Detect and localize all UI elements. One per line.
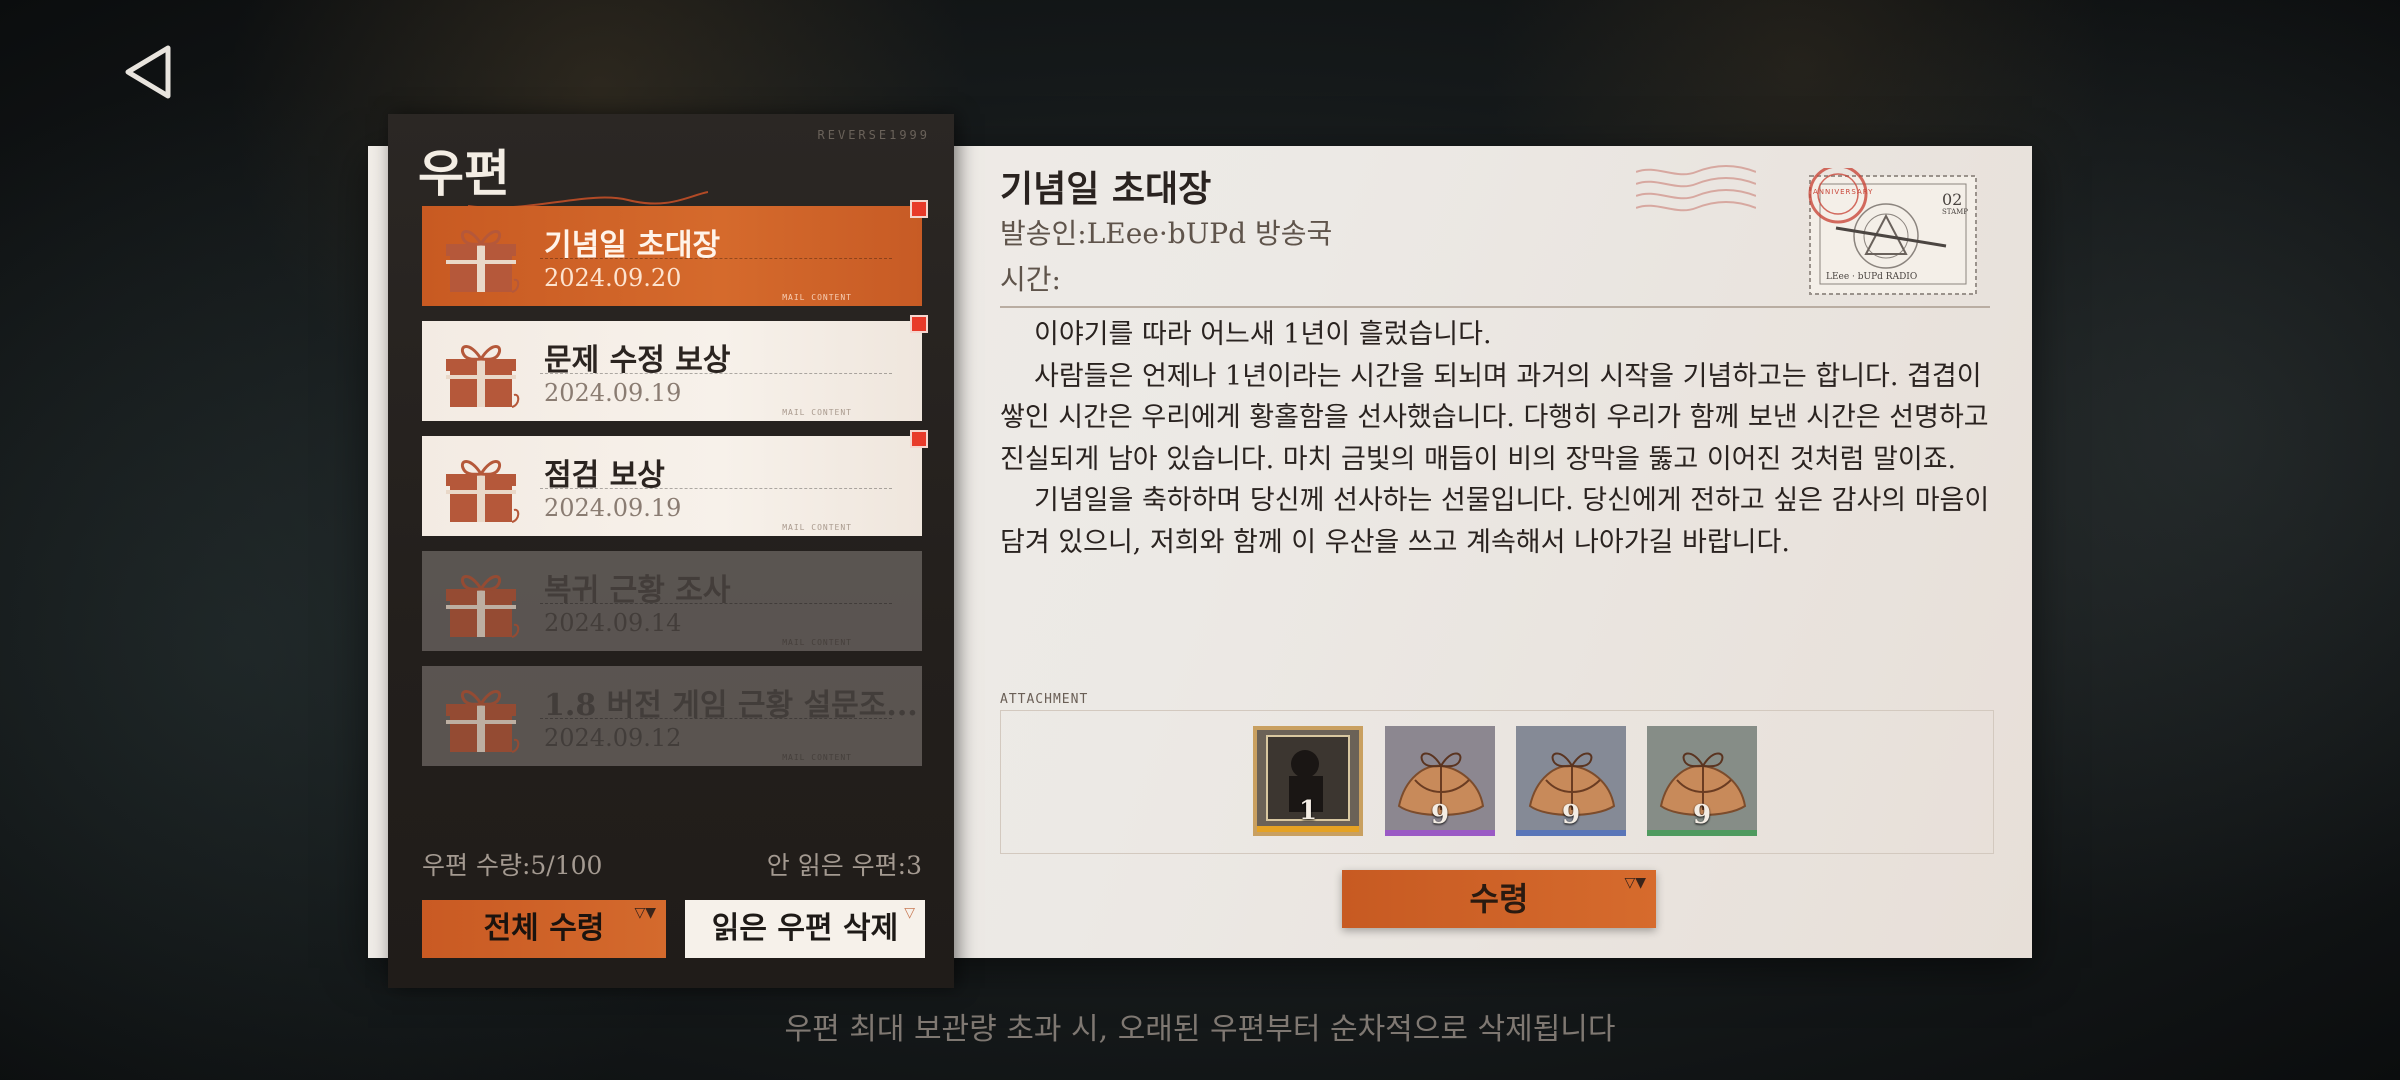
detail-paragraph: 기념일을 축하하며 당신께 선사하는 선물입니다. 당신에게 전하고 싶은 감사… — [1000, 485, 1990, 558]
corner-triangle-icon: ▽ — [904, 905, 915, 921]
mail-count: 우편 수량:5/100 — [422, 851, 603, 880]
mail-item[interactable]: 문제 수정 보상 2024.09.19 MAIL CONTENT — [422, 315, 928, 421]
divider — [540, 603, 892, 604]
claim-all-label: 전체 수령 — [483, 911, 605, 946]
claim-label: 수령 — [1469, 880, 1529, 918]
mail-list-panel: 우편 REVERSE1999 기념일 초대장 2024.09.20 MAIL C… — [388, 114, 954, 988]
back-button[interactable] — [118, 40, 182, 104]
attachment-item[interactable]: 9 — [1647, 726, 1757, 836]
new-badge — [910, 200, 928, 218]
mail-date: 2024.09.20 — [544, 264, 682, 292]
attachment-qty: 9 — [1561, 800, 1581, 830]
postmark-lines-icon — [1636, 165, 1756, 212]
mail-tag: MAIL CONTENT — [782, 293, 852, 302]
detail-title: 기념일 초대장 — [1000, 168, 1212, 210]
stamp: 02 STAMP LEee · bUPd RADIO ANNIVERSARY — [1796, 164, 1984, 298]
divider — [540, 718, 892, 719]
claim-button[interactable]: 수령 ▽▼ — [1342, 870, 1656, 928]
delete-read-button[interactable]: 읽은 우편 삭제 ▽ — [685, 900, 925, 958]
corner-triangles-icon: ▽▼ — [634, 905, 656, 921]
stamp-number: 02 — [1942, 190, 1963, 209]
mail-tag: MAIL CONTENT — [782, 753, 852, 762]
detail-sender: 발송인:LEee·bUPd 방송국 — [1000, 217, 1333, 250]
mail-item[interactable]: 점검 보상 2024.09.19 MAIL CONTENT — [422, 430, 928, 536]
mail-tag: MAIL CONTENT — [782, 638, 852, 647]
attachment-item[interactable]: 9 — [1516, 726, 1626, 836]
new-badge — [910, 430, 928, 448]
rarity-bar — [1257, 826, 1359, 832]
divider — [540, 488, 892, 489]
divider — [540, 258, 892, 259]
gift-icon — [440, 220, 522, 296]
footer-note: 우편 최대 보관량 초과 시, 오래된 우편부터 순차적으로 삭제됩니다 — [784, 1012, 1616, 1047]
gift-icon — [440, 450, 522, 526]
detail-divider — [1000, 306, 1990, 308]
stamp-footer: LEee · bUPd RADIO — [1826, 272, 1918, 282]
attachment-item[interactable]: 1 — [1253, 726, 1363, 836]
attachment-label: ATTACHMENT — [1000, 692, 1089, 707]
corner-triangles-icon: ▽▼ — [1624, 875, 1646, 891]
divider — [540, 373, 892, 374]
rarity-bar — [1516, 830, 1626, 836]
new-badge — [910, 315, 928, 333]
attachment-qty: 1 — [1298, 796, 1318, 826]
attachment-qty: 9 — [1430, 800, 1450, 830]
gift-icon — [440, 680, 522, 756]
detail-time: 시간: — [1000, 263, 1061, 296]
mail-item[interactable]: 1.8 버전 게임 근황 설문조... 2024.09.12 MAIL CONT… — [422, 666, 922, 766]
mail-date: 2024.09.14 — [544, 609, 682, 637]
mail-date: 2024.09.12 — [544, 724, 682, 752]
attachment-box — [1000, 710, 1994, 854]
back-triangle-icon — [125, 45, 171, 99]
mail-item[interactable]: 기념일 초대장 2024.09.20 MAIL CONTENT — [422, 200, 928, 306]
attachment-qty: 9 — [1692, 800, 1712, 830]
gift-icon — [440, 335, 522, 411]
rarity-bar — [1385, 830, 1495, 836]
claim-all-button[interactable]: 전체 수령 ▽▼ — [422, 900, 666, 958]
detail-paragraph: 이야기를 따라 어느새 1년이 흘렀습니다. — [1034, 319, 1492, 350]
attachment-item[interactable]: 9 — [1385, 726, 1495, 836]
gift-icon — [440, 565, 522, 641]
rarity-bar — [1647, 830, 1757, 836]
mail-tag: MAIL CONTENT — [782, 408, 852, 417]
mail-date: 2024.09.19 — [544, 379, 682, 407]
postmark-text: ANNIVERSARY — [1813, 188, 1874, 196]
mail-date: 2024.09.19 — [544, 494, 682, 522]
delete-read-label: 읽은 우편 삭제 — [711, 911, 899, 946]
mail-list: 기념일 초대장 2024.09.20 MAIL CONTENT 문제 수정 보상… — [422, 200, 928, 781]
mail-tag: MAIL CONTENT — [782, 523, 852, 532]
stamp-label: STAMP — [1942, 208, 1969, 216]
detail-paragraph: 사람들은 언제나 1년이라는 시간을 되뇌며 과거의 시작을 기념하고는 합니다… — [1000, 360, 1989, 475]
detail-body: 이야기를 따라 어느새 1년이 흘렀습니다. 사람들은 언제나 1년이라는 시간… — [1000, 314, 2000, 563]
mail-item[interactable]: 복귀 근황 조사 2024.09.14 MAIL CONTENT — [422, 551, 922, 651]
unread-count: 안 읽은 우편:3 — [766, 851, 922, 880]
brand-mark: REVERSE1999 — [817, 128, 930, 142]
